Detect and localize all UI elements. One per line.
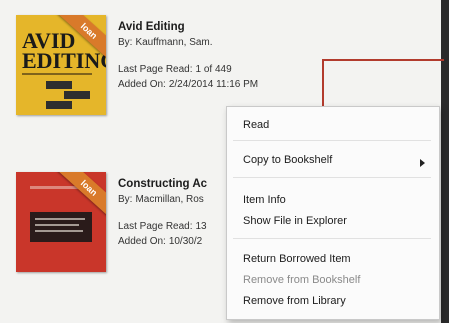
last-page-label: Last Page Read: [118,64,193,75]
cover-line [35,230,83,232]
cover-rule [22,73,92,75]
book-cover[interactable]: loan [16,172,106,272]
menu-separator [233,238,431,239]
menu-item-show-file-in-explorer[interactable]: Show File in Explorer [243,215,347,227]
cover-art [64,91,90,99]
book-cover[interactable]: AVID EDITING loan [16,15,106,115]
last-page-value: 13 [195,221,207,232]
menu-item-read[interactable]: Read [243,119,269,131]
added-on: Added On: 2/24/2014 11:16 PM [118,79,318,90]
accent-line [322,59,444,61]
last-page-read: Last Page Read: 1 of 449 [118,64,318,75]
menu-separator [233,177,431,178]
added-label: Added On: [118,236,166,247]
author-value: Kauffmann, Sam. [135,37,213,48]
context-menu: Read Copy to Bookshelf Item Info Show Fi… [226,106,440,320]
menu-item-item-info[interactable]: Item Info [243,194,286,206]
menu-item-remove-from-bookshelf: Remove from Bookshelf [243,274,361,286]
window-edge [441,0,449,323]
added-label: Added On: [118,79,166,90]
author-label: By: [118,37,133,48]
last-page-label: Last Page Read: [118,221,193,232]
cover-line [35,218,85,220]
author-label: By: [118,194,133,205]
menu-item-remove-from-library[interactable]: Remove from Library [243,295,346,307]
cover-art [46,81,72,89]
book-title[interactable]: Avid Editing [118,21,318,33]
submenu-arrow-icon [420,159,425,167]
cover-art [30,212,92,242]
cover-line [35,224,79,226]
menu-item-copy-to-bookshelf[interactable]: Copy to Bookshelf [243,154,332,166]
book-info: Avid Editing By: Kauffmann, Sam. Last Pag… [118,21,318,90]
author-value: Macmillan, Ros [135,194,204,205]
library-item[interactable]: AVID EDITING loan Avid Editing By:Kauffm… [16,15,316,120]
loan-ribbon: loan [57,172,106,218]
menu-item-return-borrowed-item[interactable]: Return Borrowed Item [243,253,351,265]
added-value: 2/24/2014 11:16 PM [168,79,259,90]
last-page-value: 1 of 449 [195,64,232,75]
added-value: 10/30/2 [168,236,203,247]
cover-art [46,101,72,109]
menu-separator [233,140,431,141]
book-author: By: Kauffmann, Sam. [118,37,318,48]
